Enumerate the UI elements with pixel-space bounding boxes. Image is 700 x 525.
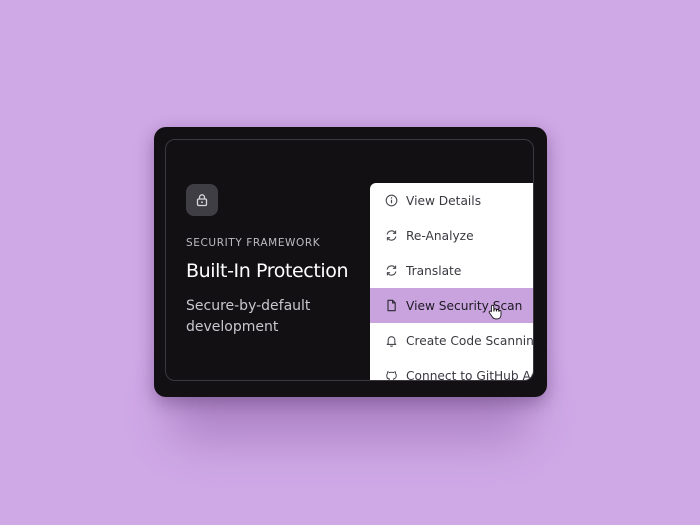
document-icon bbox=[385, 299, 398, 312]
card-title: Built-In Protection bbox=[186, 260, 349, 282]
menu-item-label: Translate bbox=[406, 263, 462, 278]
menu-item-label: View Details bbox=[406, 193, 482, 208]
context-menu: View Details Re-Analyze Translate View S… bbox=[370, 183, 534, 381]
card-subtitle: Secure-by-default development bbox=[186, 298, 311, 335]
github-icon bbox=[385, 369, 398, 380]
menu-item-label: Re-Analyze bbox=[406, 228, 474, 243]
menu-item-view-security-scan[interactable]: View Security Scan bbox=[370, 288, 533, 323]
refresh-icon bbox=[385, 229, 398, 242]
menu-item-label: View Security Scan bbox=[406, 298, 523, 313]
lock-icon-badge bbox=[186, 184, 218, 216]
menu-item-label: Connect to GitHub Ac bbox=[406, 368, 534, 381]
menu-item-create-code-scanning[interactable]: Create Code Scanning bbox=[370, 323, 534, 358]
menu-item-translate[interactable]: Translate bbox=[370, 253, 533, 288]
menu-item-label: Create Code Scanning bbox=[406, 333, 534, 348]
hand-pointer-cursor-icon bbox=[488, 304, 502, 320]
bell-icon bbox=[385, 334, 398, 347]
card-inner-frame: SECURITY FRAMEWORK Built-In Protection S… bbox=[165, 139, 534, 381]
menu-item-re-analyze[interactable]: Re-Analyze bbox=[370, 218, 533, 253]
refresh-icon bbox=[385, 264, 398, 277]
lock-icon bbox=[196, 194, 208, 207]
info-icon bbox=[385, 194, 398, 207]
menu-item-connect-github[interactable]: Connect to GitHub Ac bbox=[370, 358, 534, 381]
feature-card: SECURITY FRAMEWORK Built-In Protection S… bbox=[154, 127, 547, 397]
eyebrow-label: SECURITY FRAMEWORK bbox=[186, 237, 321, 249]
menu-item-view-details[interactable]: View Details bbox=[370, 183, 533, 218]
